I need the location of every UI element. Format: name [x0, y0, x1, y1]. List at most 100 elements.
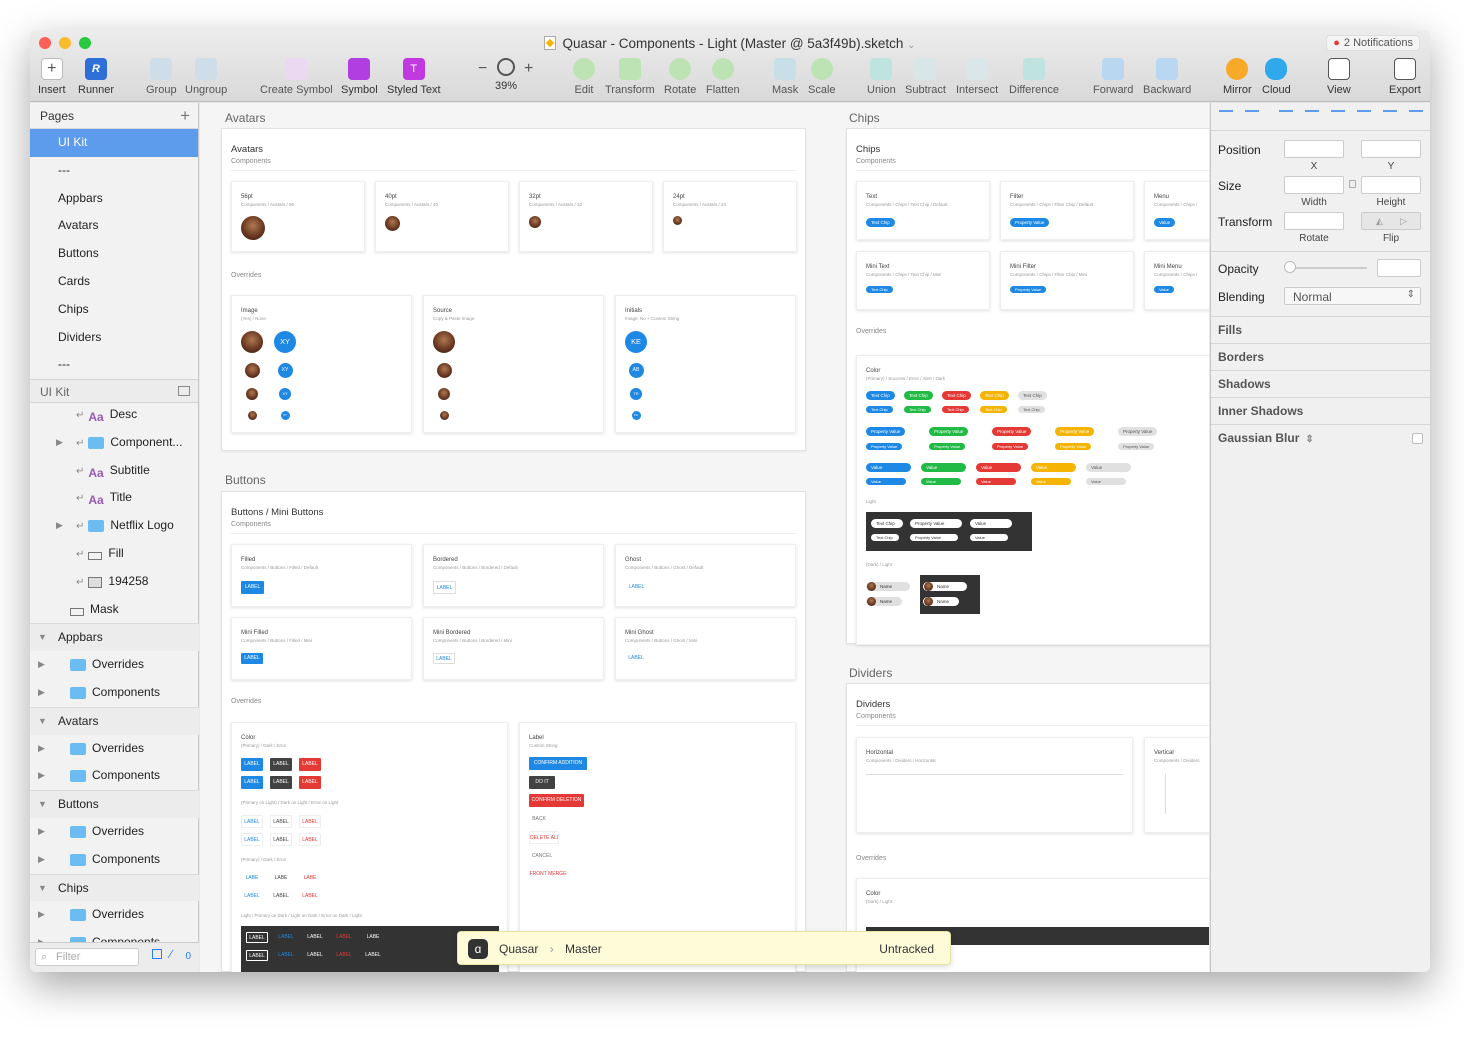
button-variant-card[interactable]: Bordered Components / Buttons / Bordered …	[423, 544, 604, 607]
layer-row[interactable]: ▼ Chips	[30, 873, 199, 902]
menu-chip-mini[interactable]: Value	[921, 478, 961, 485]
color-chip[interactable]: Text Chip	[942, 391, 971, 400]
document-title[interactable]: Quasar - Components - Light (Master @ 5a…	[30, 36, 1430, 51]
page-item[interactable]: UI Kit	[30, 129, 198, 157]
mask-button[interactable]: Mask	[772, 58, 798, 96]
custom-label-button[interactable]: CANCEL	[529, 850, 555, 863]
layer-row[interactable]: ▶ Components	[30, 846, 199, 874]
edit-button[interactable]: Edit	[573, 58, 595, 96]
color-button[interactable]: LABEL	[299, 776, 321, 789]
color-chip[interactable]: Text Chip	[866, 391, 895, 400]
filter-chip[interactable]: Property Value	[1055, 427, 1095, 436]
zoom-in-button[interactable]: +	[524, 60, 533, 78]
inspector-section-gaussian-blur[interactable]: Gaussian Blur ⇕	[1211, 424, 1430, 451]
align-top-icon[interactable]	[1357, 110, 1371, 122]
menu-chip[interactable]: Value	[1031, 463, 1076, 472]
menu-chip-mini[interactable]: Value	[1086, 478, 1126, 485]
pen-icon[interactable]: ∕	[170, 947, 172, 961]
align-bottom-icon[interactable]	[1409, 110, 1423, 122]
layer-row[interactable]: ▶ Components	[30, 929, 199, 942]
menu-chip[interactable]: Value	[1086, 463, 1131, 472]
notifications-badge[interactable]: ● 2 Notifications	[1326, 35, 1420, 51]
dark-button[interactable]: LABEL	[275, 932, 297, 943]
light-chip-mini[interactable]: Value	[970, 534, 1008, 541]
page-item[interactable]: Buttons	[30, 240, 198, 268]
chevron-updown-icon[interactable]: ⇕	[1305, 434, 1313, 445]
custom-label-button[interactable]: CONFIRM DELETION	[529, 794, 584, 807]
page-item[interactable]: Avatars	[30, 212, 198, 240]
color-button[interactable]: LABEL	[241, 758, 263, 771]
label-button[interactable]: LABEL	[433, 653, 455, 664]
layer-row[interactable]: ↵ Aa Title	[30, 484, 199, 512]
button-variant-card[interactable]: Mini Filled Components / Buttons / Filled…	[231, 617, 412, 680]
menu-chip-mini[interactable]: Value	[976, 478, 1016, 485]
bordered-button[interactable]: LABEL	[270, 833, 292, 846]
chip-variant-card[interactable]: Text Components / Chips / Text Chip / Def…	[856, 181, 990, 240]
chip[interactable]: Value	[1154, 218, 1176, 227]
backward-button[interactable]: Backward	[1143, 58, 1191, 96]
label-button[interactable]: LABEL	[625, 653, 647, 664]
flatten-button[interactable]: Flatten	[706, 58, 740, 96]
light-chip[interactable]: Text Chip	[871, 519, 903, 528]
difference-button[interactable]: Difference	[1009, 58, 1059, 96]
rotate-button[interactable]: Rotate	[664, 58, 696, 96]
disclosure-closed-icon[interactable]: ▶	[38, 679, 45, 707]
avatar-override-card[interactable]: Initials Image: No + Custom String KE AB TR P…	[615, 295, 796, 433]
insert-button[interactable]: + Insert	[38, 58, 66, 96]
color-chip-mini[interactable]: Text Chip	[866, 406, 893, 413]
button-variant-card[interactable]: Mini Ghost Components / Buttons / Ghost /…	[615, 617, 796, 680]
color-chip-mini[interactable]: Text Chip	[904, 406, 931, 413]
width-field[interactable]	[1284, 176, 1344, 194]
cloud-button[interactable]: Cloud	[1262, 58, 1291, 96]
transform-button[interactable]: Transform	[605, 58, 655, 96]
color-button[interactable]: LABEL	[241, 776, 263, 789]
layer-row[interactable]: ▼ Buttons	[30, 790, 199, 818]
ghost-button[interactable]: LABEL	[241, 891, 263, 901]
disclosure-closed-icon[interactable]: ▶	[56, 512, 63, 540]
menu-chip-mini[interactable]: Value	[866, 478, 906, 485]
align-left-edge-icon[interactable]	[1279, 110, 1293, 122]
dark-button[interactable]: LABE	[362, 932, 384, 943]
chip-variant-card[interactable]: Mini Filter Components / Chips / Filter C…	[1000, 251, 1134, 310]
disclosure-closed-icon[interactable]: ▶	[38, 901, 45, 929]
artboard-buttons[interactable]: Buttons / Mini Buttons Components Filled…	[221, 491, 806, 972]
button-variant-card[interactable]: Mini Bordered Components / Buttons / Bord…	[423, 617, 604, 680]
label-button[interactable]: LABEL	[241, 653, 263, 664]
y-field[interactable]	[1361, 140, 1421, 158]
chip[interactable]: Property Value	[1010, 218, 1050, 227]
menu-chip[interactable]: Value	[921, 463, 966, 472]
dark-button[interactable]: LABEL	[333, 950, 355, 961]
layer-row[interactable]: ▶ Components	[30, 679, 199, 707]
export-button[interactable]: Export	[1389, 58, 1421, 96]
disclosure-open-icon[interactable]: ▼	[38, 791, 47, 819]
align-middle-icon[interactable]	[1383, 110, 1397, 122]
filter-chip-mini[interactable]: Property Value	[866, 443, 903, 450]
zoom-out-button[interactable]: −	[478, 60, 487, 78]
light-chip-mini[interactable]: Text Chip	[871, 534, 899, 541]
filter-chip[interactable]: Property Value	[929, 427, 969, 436]
color-button[interactable]: LABEL	[299, 758, 321, 771]
custom-label-button[interactable]: CONFIRM ADDITION	[529, 757, 587, 770]
layer-row[interactable]: ▶ Components	[30, 762, 199, 790]
copy-icon[interactable]	[152, 949, 162, 959]
dark-button[interactable]: LABEL	[333, 932, 355, 943]
menu-chip[interactable]: Value	[866, 463, 911, 472]
light-chip[interactable]: Property Value	[910, 519, 962, 528]
disclosure-open-icon[interactable]: ▼	[38, 624, 47, 652]
artboard-dividers[interactable]: Dividers Components Horizontal Component…	[846, 683, 1209, 972]
layer-row[interactable]: ▶ Overrides	[30, 901, 199, 929]
lock-icon[interactable]	[1349, 180, 1356, 188]
scale-button[interactable]: Scale	[808, 58, 836, 96]
color-chip-mini[interactable]: Text Chip	[1018, 406, 1045, 413]
light-chip[interactable]: Value	[970, 519, 1012, 528]
flip-buttons[interactable]: ◭ ▷	[1361, 212, 1421, 230]
chip[interactable]: Text Chip	[866, 218, 895, 227]
disclosure-closed-icon[interactable]: ▶	[38, 762, 45, 790]
create-symbol-button[interactable]: Create Symbol	[260, 58, 333, 96]
chip[interactable]: Property Value	[1010, 286, 1047, 293]
menu-chip[interactable]: Value	[976, 463, 1021, 472]
avatar-size-card[interactable]: 24pt Components / Avatars / 24	[663, 181, 797, 252]
align-center-icon[interactable]	[1305, 110, 1319, 122]
page-item[interactable]: Chips	[30, 296, 198, 324]
layer-row[interactable]: ▶ ↵ Netflix Logo	[30, 512, 199, 540]
